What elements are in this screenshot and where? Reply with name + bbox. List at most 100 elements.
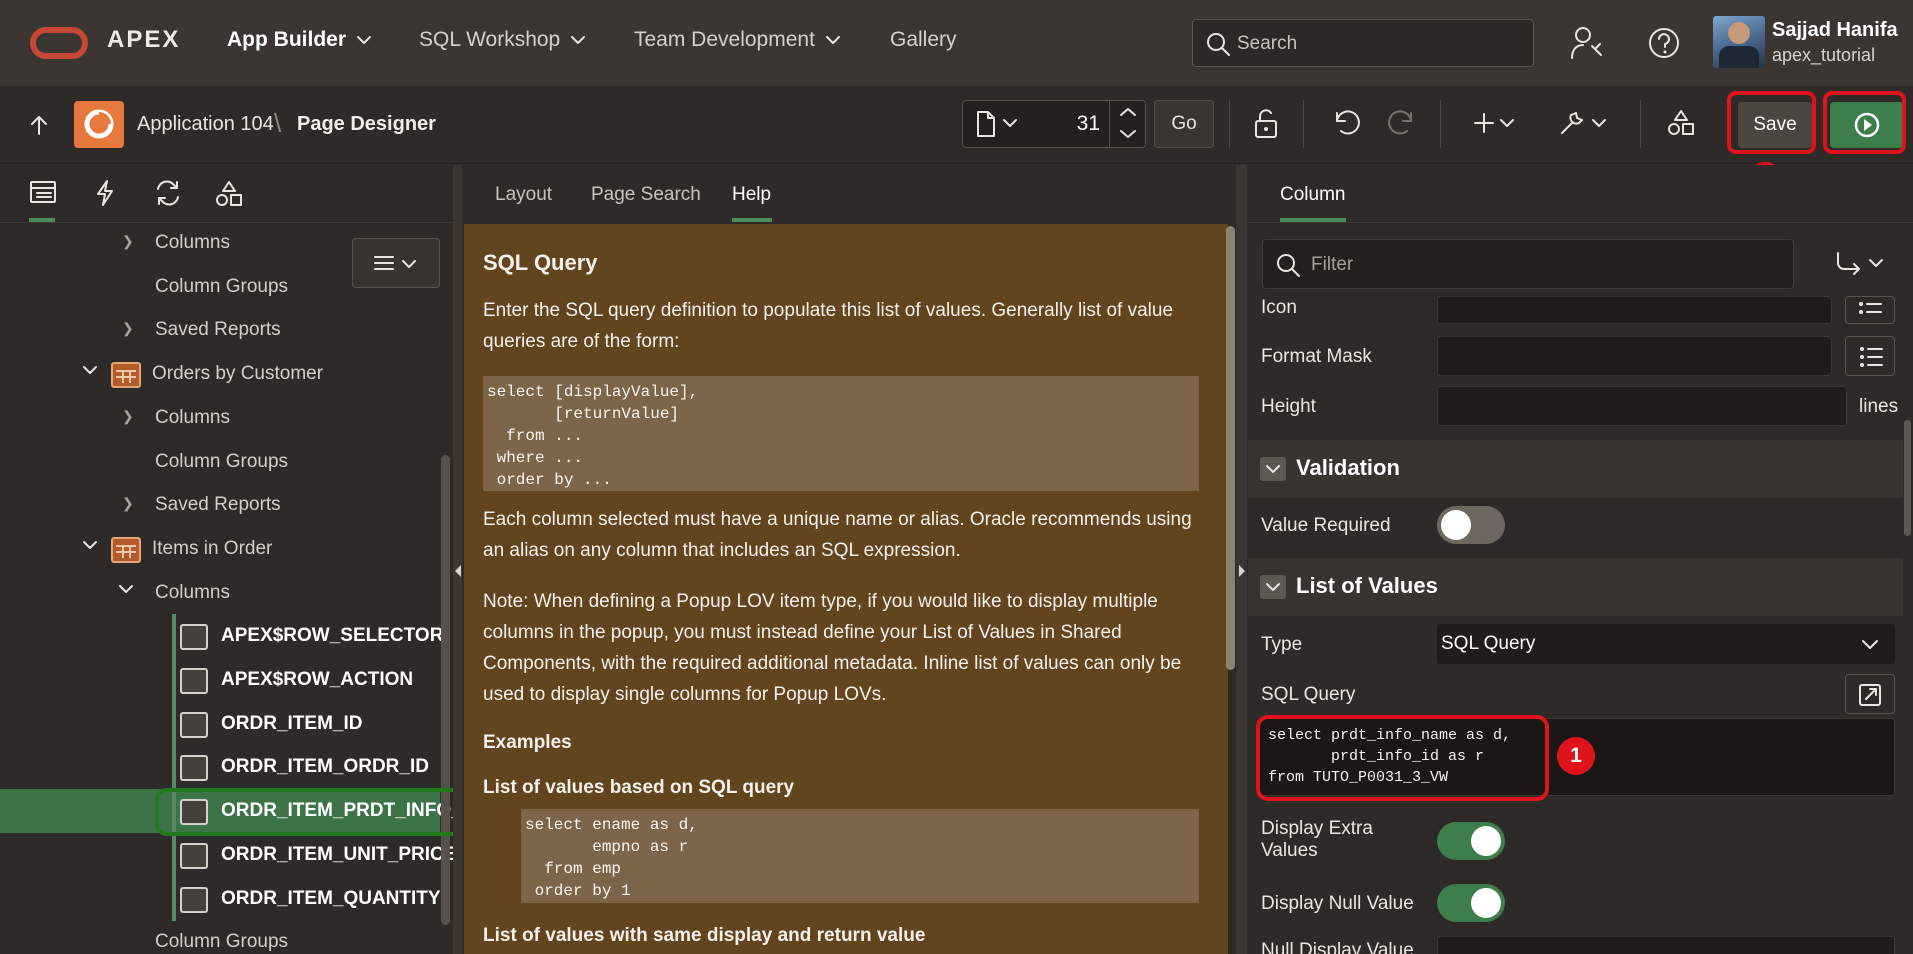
- icon-field[interactable]: [1437, 296, 1832, 324]
- chevron-right-icon[interactable]: ❯: [122, 320, 134, 337]
- format-mask-list-button[interactable]: [1845, 336, 1895, 376]
- tree-node-label: ORDR_ITEM_UNIT_PRICE: [221, 844, 457, 865]
- tree-node[interactable]: Column Groups: [0, 920, 440, 954]
- expand-code-editor-button[interactable]: [1845, 674, 1895, 714]
- tree-node-label: APEX$ROW_ACTION: [221, 669, 414, 690]
- tree-column-node[interactable]: ORDR_ITEM_QUANTITY: [0, 877, 441, 921]
- menu-sql-workshop[interactable]: SQL Workshop: [419, 28, 586, 52]
- menu-app-builder[interactable]: App Builder: [227, 28, 372, 52]
- display-null-value-toggle[interactable]: [1437, 884, 1505, 922]
- chevron-right-icon[interactable]: ❯: [122, 495, 134, 512]
- tree-scrollbar[interactable]: [441, 455, 450, 925]
- chevron-down-icon[interactable]: [1002, 118, 1018, 128]
- search-placeholder: Search: [1237, 33, 1298, 54]
- rendering-tab-icon[interactable]: [29, 179, 57, 205]
- user-name[interactable]: Sajjad Hanifa: [1772, 19, 1898, 42]
- apex-brand[interactable]: APEX: [107, 26, 180, 54]
- help-icon[interactable]: [1647, 26, 1681, 60]
- tree-node[interactable]: Column Groups: [0, 440, 440, 484]
- tab-layout[interactable]: Layout: [495, 184, 552, 206]
- help-note: Note: When defining a Popup LOV item typ…: [483, 591, 1182, 705]
- administration-icon[interactable]: [1570, 26, 1606, 60]
- shared-components-tab-icon[interactable]: [214, 179, 244, 209]
- list-of-values-section-header[interactable]: List of Values: [1248, 558, 1903, 616]
- workspace-name[interactable]: apex_tutorial: [1772, 45, 1875, 66]
- tree-node-label: APEX$ROW_SELECTOR: [221, 625, 444, 646]
- format-mask-field[interactable]: [1437, 336, 1832, 376]
- chevron-down-icon[interactable]: [82, 364, 98, 376]
- null-display-value-label: Null Display Value: [1261, 940, 1414, 954]
- undo-icon[interactable]: [1332, 109, 1362, 137]
- lov-type-select[interactable]: SQL Query: [1437, 624, 1895, 664]
- chevron-down-icon: [571, 36, 586, 44]
- hamburger-menu-icon: [374, 256, 416, 270]
- tab-help[interactable]: Help: [732, 184, 771, 206]
- oracle-logo-icon[interactable]: [30, 27, 88, 59]
- menu-gallery[interactable]: Gallery: [890, 28, 957, 52]
- tree-menu-button[interactable]: [352, 238, 440, 288]
- decrement-icon[interactable]: [1118, 128, 1138, 140]
- right-splitter[interactable]: [1236, 165, 1247, 954]
- help-paragraph: Enter the SQL query definition to popula…: [483, 300, 1174, 352]
- type-label: Type: [1261, 634, 1303, 655]
- utilities-menu-icon[interactable]: [1558, 109, 1608, 137]
- validation-section-header[interactable]: Validation: [1248, 440, 1903, 498]
- property-filter-input[interactable]: Filter: [1262, 239, 1794, 289]
- go-button[interactable]: Go: [1154, 100, 1214, 148]
- display-extra-values-toggle[interactable]: [1437, 822, 1505, 860]
- application-icon[interactable]: [74, 101, 124, 148]
- tree-column-node[interactable]: APEX$ROW_SELECTOR: [0, 614, 444, 658]
- create-menu-icon[interactable]: [1474, 111, 1516, 135]
- selected-value: SQL Query: [1441, 633, 1536, 654]
- tree-node[interactable]: ❯ Saved Reports: [0, 483, 440, 527]
- lock-page-icon[interactable]: [1252, 108, 1280, 140]
- shared-components-icon[interactable]: [1666, 108, 1696, 138]
- redo-icon[interactable]: [1386, 109, 1416, 137]
- menu-label: Gallery: [890, 28, 957, 51]
- height-field[interactable]: [1437, 386, 1847, 426]
- page-number-input[interactable]: 31: [1060, 112, 1100, 136]
- help-example-title: List of values based on SQL query: [483, 777, 795, 798]
- menu-label: Team Development: [634, 28, 815, 51]
- tree-region-node[interactable]: Orders by Customer: [0, 352, 440, 396]
- tree-region-node[interactable]: Items in Order: [0, 527, 440, 571]
- tree-column-node[interactable]: ORDR_ITEM_ID: [0, 702, 440, 746]
- avatar[interactable]: [1713, 16, 1765, 68]
- arrow-up-icon[interactable]: [28, 114, 50, 136]
- chevron-down-icon[interactable]: [118, 583, 134, 595]
- dynamic-actions-tab-icon[interactable]: [93, 179, 117, 207]
- chevron-right-icon[interactable]: ❯: [122, 408, 134, 425]
- null-display-value-field[interactable]: [1437, 936, 1895, 954]
- column-type-icon: [180, 712, 208, 738]
- tab-column[interactable]: Column: [1280, 184, 1345, 206]
- chevron-right-icon[interactable]: ❯: [122, 233, 134, 250]
- tree-column-node[interactable]: ORDR_ITEM_ORDR_ID: [0, 745, 440, 789]
- section-title: List of Values: [1296, 573, 1438, 598]
- help-paragraph: Each column selected must have a unique …: [483, 509, 1192, 561]
- processing-tab-icon[interactable]: [153, 179, 183, 207]
- tree-node[interactable]: Columns: [0, 571, 440, 615]
- tree-guide-line: [172, 614, 176, 658]
- help-scrollbar[interactable]: [1226, 226, 1235, 670]
- value-required-toggle[interactable]: [1437, 506, 1505, 544]
- help-example-title: List of values with same display and ret…: [483, 925, 926, 946]
- increment-icon[interactable]: [1118, 106, 1138, 118]
- menu-team-development[interactable]: Team Development: [634, 28, 841, 52]
- tree-column-node[interactable]: APEX$ROW_ACTION: [0, 658, 440, 702]
- global-search-input[interactable]: Search: [1192, 19, 1534, 67]
- go-to-group-icon[interactable]: [1835, 250, 1885, 278]
- breadcrumb-page-designer: Page Designer: [297, 113, 436, 135]
- annotation-highlight-sql: [1256, 715, 1549, 801]
- tree-node[interactable]: ❯ Columns: [0, 396, 440, 440]
- tree-node[interactable]: ❯ Saved Reports: [0, 308, 440, 352]
- tree-node-label: Column Groups: [155, 451, 289, 472]
- chevron-down-icon[interactable]: [82, 539, 98, 551]
- tab-page-search[interactable]: Page Search: [591, 184, 701, 206]
- tab-divider: [1248, 222, 1913, 223]
- breadcrumb-separator: \: [274, 108, 282, 138]
- left-splitter[interactable]: [453, 165, 462, 954]
- breadcrumb-application[interactable]: Application 104: [137, 113, 274, 136]
- column-type-icon: [180, 755, 208, 781]
- property-scrollbar[interactable]: [1904, 420, 1911, 536]
- tree-column-node[interactable]: ORDR_ITEM_UNIT_PRICE: [0, 833, 456, 877]
